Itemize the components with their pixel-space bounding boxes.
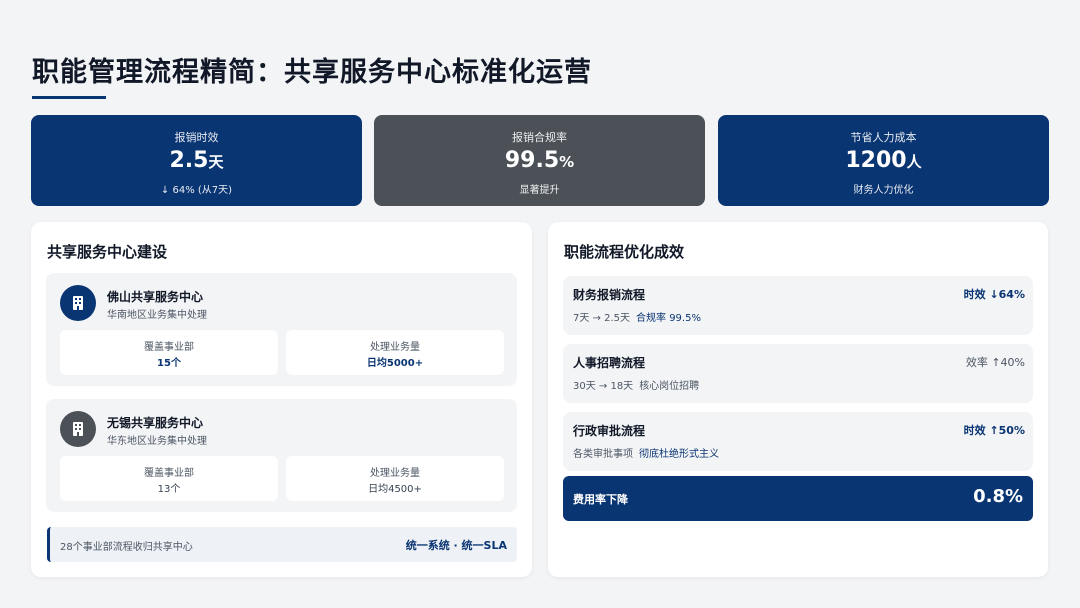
stat-value: 13个 (157, 484, 181, 495)
flow-card-hr: 人事招聘流程 效率 ↑40% 30天 → 18天 核心岗位招聘 (563, 344, 1033, 403)
building-icon (60, 285, 96, 321)
flow-metric: 时效 ↑50% (963, 424, 1025, 437)
center-desc: 华东地区业务集中处理 (107, 436, 207, 447)
center-card-foshan: 佛山共享服务中心 华南地区业务集中处理 覆盖事业部 15个 处理业务量 日均50… (46, 273, 517, 386)
process-optimization-panel: 职能流程优化成效 财务报销流程 时效 ↓64% 7天 → 2.5天 合规率 99.… (548, 222, 1048, 577)
flow-name: 行政审批流程 (573, 424, 646, 438)
kpi-card-labor-savings: 节省人力成本 1200人 财务人力优化 (718, 115, 1049, 206)
flow-desc-text: 30天 → 18天 (573, 381, 634, 392)
kpi-value: 2.5天 (31, 148, 362, 173)
center-name: 无锡共享服务中心 (107, 416, 204, 430)
kpi-number: 1200 (845, 148, 907, 173)
flow-metric: 时效 ↓64% (963, 288, 1025, 301)
stat-label: 处理业务量 (370, 468, 420, 479)
kpi-number: 2.5 (169, 148, 209, 173)
kpi-sub: ↓ 64% (从7天) (160, 185, 233, 196)
title-underline (32, 96, 106, 99)
flow-desc-text: 各类审批事项 (573, 449, 633, 460)
cost-reduction-bar: 费用率下降 0.8% (563, 476, 1033, 521)
flow-desc: 各类审批事项 彻底杜绝形式主义 (573, 445, 719, 460)
flow-name: 人事招聘流程 (573, 356, 646, 370)
center-name: 佛山共享服务中心 (107, 290, 204, 304)
page-title: 职能管理流程精简：共享服务中心标准化运营 (32, 57, 592, 88)
flow-desc: 7天 → 2.5天 合规率 99.5% (573, 309, 701, 324)
cost-value: 0.8% (973, 486, 1023, 507)
stat-box-volume: 处理业务量 日均5000+ (286, 330, 504, 375)
center-card-wuxi: 无锡共享服务中心 华东地区业务集中处理 覆盖事业部 13个 处理业务量 日均45… (46, 399, 517, 512)
kpi-label: 报销合规率 (512, 131, 567, 144)
kpi-label: 节省人力成本 (850, 131, 917, 144)
stat-label: 覆盖事业部 (144, 342, 194, 353)
stat-label: 覆盖事业部 (144, 468, 194, 479)
kpi-card-compliance-rate: 报销合规率 99.5% 显著提升 (374, 115, 705, 206)
kpi-unit: 天 (208, 153, 224, 171)
stat-label: 处理业务量 (370, 342, 420, 353)
kpi-card-reimbursement-time: 报销时效 2.5天 ↓ 64% (从7天) (31, 115, 362, 206)
flow-desc: 30天 → 18天 核心岗位招聘 (573, 377, 699, 392)
kpi-number: 99.5 (504, 148, 560, 173)
cost-label: 费用率下降 (573, 493, 628, 506)
flow-desc-highlight: 彻底杜绝形式主义 (639, 449, 719, 460)
stat-value: 日均4500+ (368, 484, 422, 495)
building-icon (60, 411, 96, 447)
unified-system-label: 统一系统 · 统一SLA (405, 539, 507, 552)
kpi-sub: 显著提升 (519, 185, 560, 196)
kpi-sub: 财务人力优化 (853, 185, 914, 196)
kpi-unit: % (559, 153, 575, 171)
summary-text: 28个事业部流程收归共享中心 (60, 542, 193, 553)
stat-box-divisions: 覆盖事业部 13个 (60, 456, 278, 501)
panel-title: 职能流程优化成效 (564, 243, 685, 261)
stat-value: 日均5000+ (366, 358, 424, 369)
flow-desc-highlight: 合规率 99.5% (636, 313, 701, 324)
flow-desc-highlight: 核心岗位招聘 (639, 381, 700, 392)
kpi-value: 99.5% (374, 148, 705, 173)
summary-strip: 28个事业部流程收归共享中心 统一系统 · 统一SLA (47, 527, 517, 562)
kpi-value: 1200人 (718, 148, 1049, 173)
flow-metric: 效率 ↑40% (965, 356, 1025, 369)
shared-service-panel: 共享服务中心建设 佛山共享服务中心 华南地区业务集中处理 覆盖事业部 15个 处… (31, 222, 532, 577)
kpi-label: 报销时效 (174, 131, 219, 144)
flow-desc-text: 7天 → 2.5天 (573, 313, 631, 324)
kpi-unit: 人 (906, 153, 922, 171)
stat-box-divisions: 覆盖事业部 15个 (60, 330, 278, 375)
center-desc: 华南地区业务集中处理 (107, 310, 207, 321)
flow-card-admin: 行政审批流程 时效 ↑50% 各类审批事项 彻底杜绝形式主义 (563, 412, 1033, 471)
stat-box-volume: 处理业务量 日均4500+ (286, 456, 504, 501)
flow-name: 财务报销流程 (573, 288, 646, 302)
stat-value: 15个 (157, 358, 181, 369)
panel-title: 共享服务中心建设 (47, 243, 168, 261)
flow-card-finance: 财务报销流程 时效 ↓64% 7天 → 2.5天 合规率 99.5% (563, 276, 1033, 335)
